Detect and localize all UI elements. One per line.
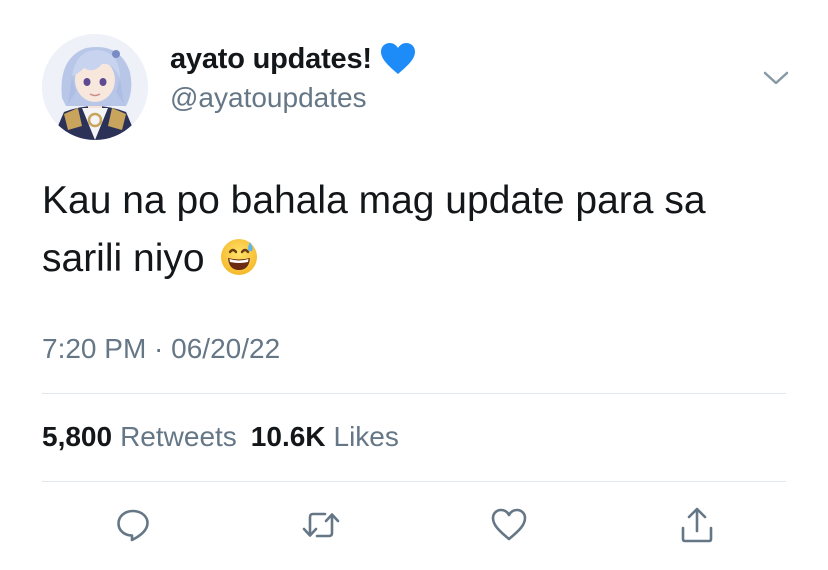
like-button[interactable]	[488, 504, 530, 546]
chevron-down-icon[interactable]	[762, 68, 790, 88]
divider	[42, 481, 786, 482]
likes-label: Likes	[333, 421, 399, 452]
tweet-text-fragment: sarili niyo	[42, 237, 205, 280]
tweet-text: Kau na po bahala mag update para sa sari…	[42, 172, 802, 288]
action-bar	[0, 500, 828, 550]
display-name[interactable]: ayato updates!	[170, 43, 372, 76]
retweets-stat[interactable]: 5,800 Retweets	[42, 421, 237, 453]
blue-heart-icon	[380, 42, 416, 76]
divider	[42, 393, 786, 394]
tweet-timestamp[interactable]: 7:20 PM · 06/20/22	[42, 333, 280, 365]
avatar[interactable]	[42, 34, 148, 140]
share-button[interactable]	[676, 504, 718, 546]
retweet-icon	[302, 512, 340, 538]
retweets-count: 5,800	[42, 421, 113, 452]
like-icon	[491, 508, 527, 541]
tweet-text-line: Kau na po bahala mag update para sa	[42, 179, 706, 222]
likes-count: 10.6K	[250, 421, 326, 452]
reply-icon	[117, 509, 149, 542]
retweet-button[interactable]	[300, 504, 342, 546]
reply-button[interactable]	[112, 504, 154, 546]
user-handle[interactable]: @ayatoupdates	[170, 82, 367, 114]
grinning-sweat-emoji	[219, 236, 259, 276]
retweets-label: Retweets	[120, 421, 237, 452]
tweet-stats: 5,800 Retweets 10.6K Likes	[42, 421, 413, 453]
avatar-ayato-icon	[42, 34, 148, 140]
tweet-card: ayato updates! @ayatoupdates Kau na po b…	[0, 0, 828, 570]
share-icon	[681, 507, 713, 543]
display-name-row: ayato updates!	[170, 42, 416, 76]
tweet-text-line-with-emoji: sarili niyo	[42, 230, 802, 288]
likes-stat[interactable]: 10.6K Likes	[251, 421, 399, 453]
